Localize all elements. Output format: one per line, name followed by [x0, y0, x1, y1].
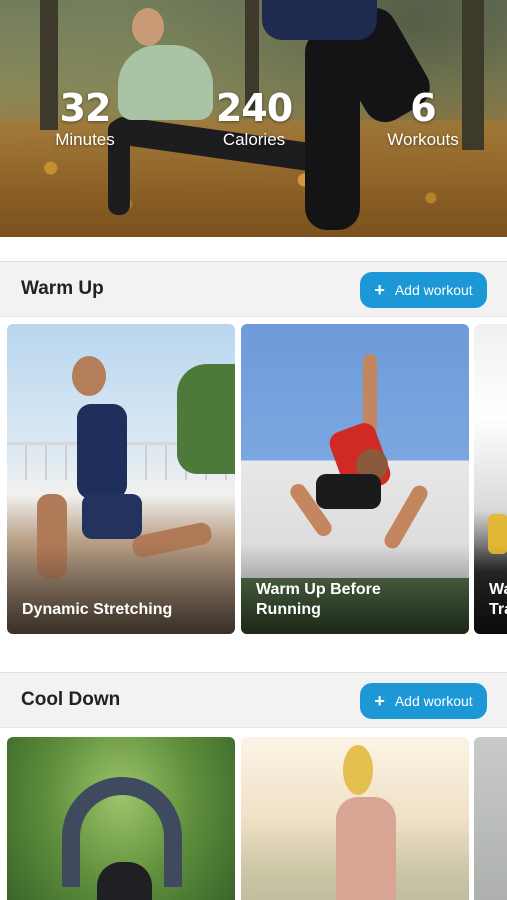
workout-card[interactable] [474, 737, 507, 900]
section-title: Warm Up [21, 278, 104, 299]
stat-label: Minutes [55, 130, 115, 149]
add-workout-button[interactable]: + Add workout [360, 683, 487, 719]
hero-runner-torso [262, 0, 377, 40]
warm-up-carousel[interactable]: Dynamic Stretching Warm Up Before Runnin… [0, 324, 507, 636]
hero-banner: 32 Minutes 240 Calories 6 Workouts [0, 0, 507, 237]
stat-calories: 240 Calories [200, 88, 308, 150]
cool-down-carousel[interactable] [0, 737, 507, 900]
stats-row: 32 Minutes 240 Calories 6 Workouts [0, 88, 507, 158]
section-title: Cool Down [21, 689, 121, 710]
add-workout-label: Add workout [394, 693, 473, 709]
workout-card[interactable] [241, 737, 469, 900]
stat-value: 32 [59, 86, 112, 130]
card-image-detail [177, 364, 235, 474]
workout-card[interactable]: Dynamic Stretching [7, 324, 235, 634]
card-image-detail [77, 404, 127, 499]
stat-value: 240 [215, 86, 293, 130]
section-header-cool-down: Cool Down + Add workout [0, 672, 507, 728]
stat-label: Workouts [387, 130, 459, 149]
hero-runner-head [132, 8, 164, 46]
plus-icon: + [374, 691, 385, 711]
card-image-detail [97, 862, 152, 900]
card-image-detail [72, 356, 106, 396]
card-overlay [7, 544, 235, 634]
card-image-detail [343, 745, 373, 795]
workout-card[interactable]: Wa Tra [474, 324, 507, 634]
card-title: Warm Up Before Running [256, 581, 381, 618]
card-image-detail [82, 494, 142, 539]
section-header-warm-up: Warm Up + Add workout [0, 261, 507, 317]
stat-workouts: 6 Workouts [378, 88, 468, 150]
card-image-detail [381, 482, 431, 552]
workout-card[interactable]: Warm Up Before Running [241, 324, 469, 634]
add-workout-label: Add workout [394, 282, 473, 298]
add-workout-button[interactable]: + Add workout [360, 272, 487, 308]
card-image-detail [336, 797, 396, 900]
stat-value: 6 [410, 86, 436, 130]
card-title: Wa Tra [489, 581, 507, 618]
stat-label: Calories [222, 130, 286, 149]
card-image-detail [316, 474, 381, 509]
stat-minutes: 32 Minutes [40, 88, 130, 150]
workout-card[interactable] [7, 737, 235, 900]
plus-icon: + [374, 280, 385, 300]
card-title: Dynamic Stretching [22, 601, 173, 618]
